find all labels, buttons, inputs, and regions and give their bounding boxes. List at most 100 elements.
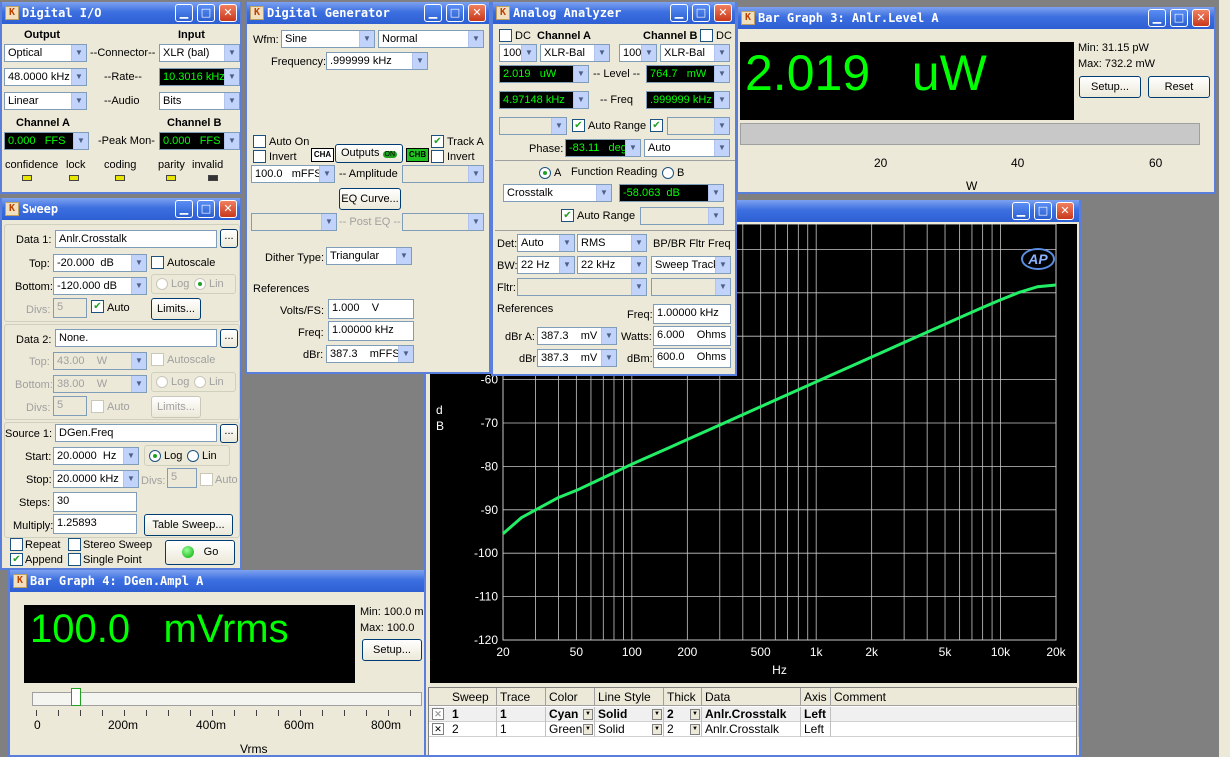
minimize-button[interactable]: ▁ [1148,9,1166,27]
amplitude-select[interactable]: 100.0 mFFS ▼ [251,165,335,183]
start-select[interactable]: 20.0000 Hz ▼ [53,447,139,465]
autoscale-checkbox[interactable] [151,256,164,269]
phase-mode-select[interactable]: Auto ▼ [644,139,730,157]
minimize-button[interactable]: ▁ [175,4,193,22]
det-mode-select[interactable]: RMS ▼ [577,234,647,252]
repeat-checkbox[interactable] [10,538,23,551]
amplitude-slider-track[interactable] [32,692,422,706]
reset-button[interactable]: Reset [1148,76,1210,98]
dc-b-checkbox[interactable] [700,29,713,42]
dbm-field[interactable]: 600.0 Ohms [653,348,731,368]
auto-checkbox[interactable]: ✔ [91,300,104,313]
table-cell[interactable]: Anlr.Crosstalk [702,722,801,737]
bottom2-select[interactable]: 38.00 W ▼ [53,375,147,393]
autorange-b-checkbox[interactable]: ✔ [650,119,663,132]
ref-freq-field[interactable]: 1.00000 kHz [328,321,414,341]
go-button[interactable]: Go [165,540,235,565]
function-a-radio[interactable] [539,167,551,179]
data1-browse-button[interactable]: ... [220,229,238,248]
maximize-button[interactable]: □ [446,4,464,22]
divs-field[interactable]: 5 [53,298,87,318]
cha-button[interactable]: CHA [311,148,334,162]
input-connector-select[interactable]: XLR (bal) ▼ [159,44,240,62]
channel-a-peak-display[interactable]: 0.000 FFS ▼ [4,132,89,150]
close-button[interactable]: ✕ [1192,9,1210,27]
stereo-sweep-checkbox[interactable] [68,538,81,551]
waveform-select[interactable]: Sine ▼ [281,30,375,48]
autorange-b-select[interactable]: ▼ [667,117,730,135]
digital-io-title-bar[interactable]: K Digital I/O ▁ □ ✕ [2,2,240,24]
table-cell[interactable]: Anlr.Crosstalk [702,707,801,722]
sweep-title-bar[interactable]: K Sweep ▁ □ ✕ [2,198,240,220]
auto2-checkbox[interactable] [91,400,104,413]
cell-dropdown-icon[interactable]: ▼ [652,724,662,735]
append-checkbox[interactable]: ✔ [10,553,23,566]
close-button[interactable]: ✕ [1056,202,1074,220]
cell-dropdown-icon[interactable]: ▼ [690,709,700,720]
input-audio-select[interactable]: Bits ▼ [159,92,240,110]
limits-button[interactable]: Limits... [151,298,201,320]
maximize-button[interactable]: □ [197,4,215,22]
amplitude-unit-select[interactable]: ▼ [402,165,484,183]
minimize-button[interactable]: ▁ [1012,202,1030,220]
legend-header-data[interactable]: Data [702,688,801,706]
steps-field[interactable]: 30 [53,492,137,512]
data2-browse-button[interactable]: ... [220,329,238,348]
close-button[interactable]: ✕ [219,4,237,22]
frequency-select[interactable]: .999999 kHz ▼ [326,52,428,70]
data1-field[interactable]: Anlr.Crosstalk [55,230,217,248]
table-cell[interactable]: 1 [497,707,546,722]
close-button[interactable]: ✕ [714,4,732,22]
input-a-select[interactable]: XLR-Bal ▼ [540,44,610,62]
waveform-mode-select[interactable]: Normal ▼ [378,30,484,48]
dither-type-select[interactable]: Triangular ▼ [326,247,412,265]
legend-header-thick[interactable]: Thick [664,688,702,706]
level-a-display[interactable]: 2.019 uW ▼ [499,65,589,83]
invert-a-checkbox[interactable] [253,150,266,163]
amplitude-slider-thumb[interactable] [71,688,82,706]
output-audio-select[interactable]: Linear ▼ [4,92,87,110]
dc-a-checkbox[interactable] [499,29,512,42]
single-point-checkbox[interactable] [68,553,81,566]
maximize-button[interactable]: □ [1170,9,1188,27]
fltr-select[interactable]: ▼ [517,278,647,296]
setup-button[interactable]: Setup... [362,639,422,661]
legend-header-color[interactable]: Color [546,688,595,706]
dbrb-select[interactable]: 387.3 mV ▼ [537,349,617,367]
top2-select[interactable]: 43.00 W ▼ [53,352,147,370]
table-cell[interactable]: 1 [497,722,546,737]
post-eq-select-right[interactable]: ▼ [402,213,484,231]
freq-b-display[interactable]: .999999 kHz ▼ [646,91,730,109]
outputs-button[interactable]: Outputs ON [335,144,403,163]
table-cell[interactable]: 2 [449,722,497,737]
lin-radio[interactable] [194,278,206,290]
bw-high-select[interactable]: 22 kHz ▼ [577,256,647,274]
minimize-button[interactable]: ▁ [670,4,688,22]
legend-header-comment[interactable]: Comment [831,688,1079,706]
legend-header-sweep[interactable]: Sweep [449,688,497,706]
maximize-button[interactable]: □ [692,4,710,22]
bw-low-select[interactable]: 22 Hz ▼ [517,256,575,274]
log3-radio[interactable] [149,450,161,462]
eq-curve-button[interactable]: EQ Curve... [339,188,401,210]
chb-button[interactable]: CHB [406,148,429,162]
bar-graph-3-title-bar[interactable]: K Bar Graph 3: Anlr.Level A ▁ □ ✕ [738,7,1214,29]
bar-graph-4-title-bar[interactable]: K Bar Graph 4: DGen.Ampl A [10,570,424,592]
freq-a-display[interactable]: 4.97148 kHz ▼ [499,91,589,109]
bottom-select[interactable]: -120.000 dB ▼ [53,277,147,295]
auto-on-checkbox[interactable] [253,135,266,148]
legend-header-axis[interactable]: Axis [801,688,831,706]
analog-analyzer-title-bar[interactable]: K Analog Analyzer ▁ □ ✕ [493,2,735,24]
dbra-select[interactable]: 387.3 mV ▼ [537,327,617,345]
legend-header-trace[interactable]: Trace [497,688,546,706]
data2-field[interactable]: None. [55,329,217,347]
function-select[interactable]: Crosstalk ▼ [503,184,612,202]
table-sweep-button[interactable]: Table Sweep... [144,514,233,536]
legend-table[interactable]: Sweep Trace Color Line Style Thick Data Axis Co… [428,687,1079,755]
top-select[interactable]: -20.000 dB ▼ [53,254,147,272]
range-a-select[interactable]: 100l ▼ [499,44,537,62]
row-remove-icon[interactable]: ✕ [432,723,444,735]
autoscale2-checkbox[interactable] [151,353,164,366]
table-cell[interactable]: 1 [449,707,497,722]
log2-radio[interactable] [156,376,168,388]
